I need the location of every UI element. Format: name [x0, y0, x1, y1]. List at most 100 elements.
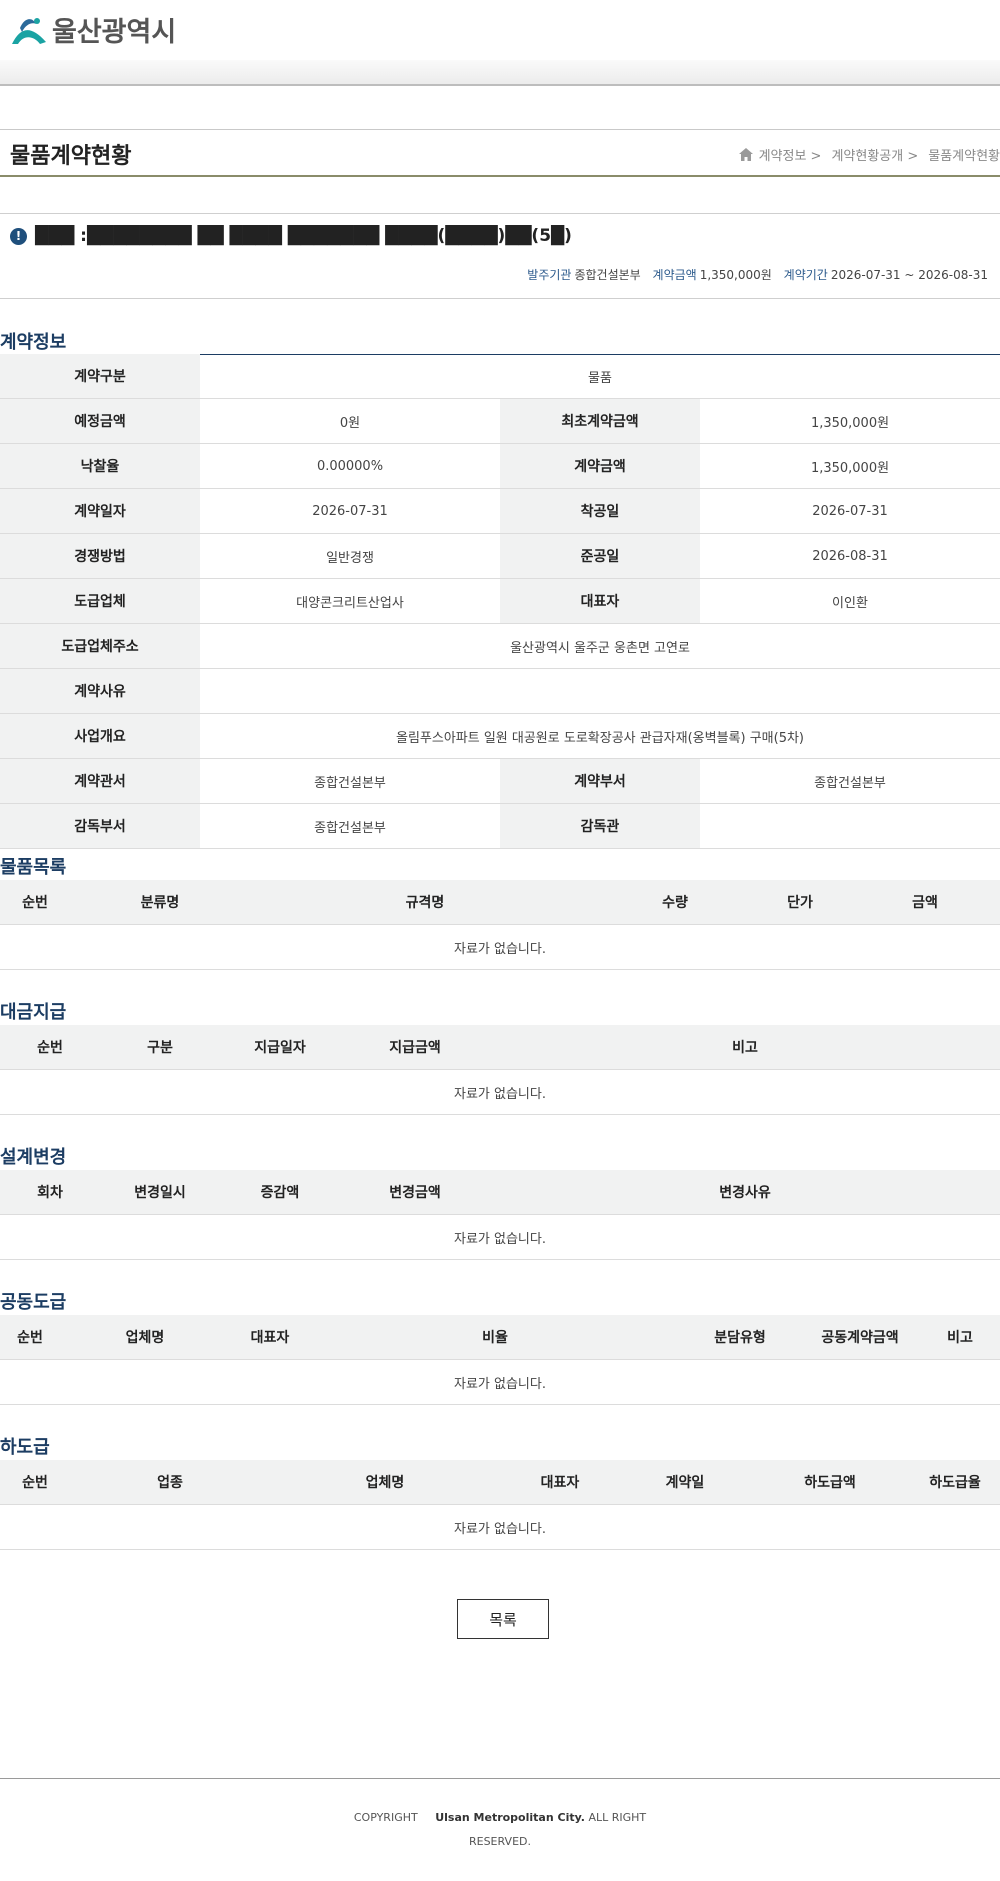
- info-row: 낙찰율 0.00000% 계약금액 1,350,000원: [0, 444, 1000, 489]
- home-icon[interactable]: [738, 148, 753, 161]
- empty-message: 자료가 없습니다.: [0, 1070, 1000, 1115]
- period-value: 2026-07-31 ~ 2026-08-31: [830, 268, 988, 282]
- info-value: 이인환: [832, 595, 868, 611]
- info-row: 도급업체 대양콘크리트산업사 대표자 이인환: [0, 579, 1000, 624]
- info-value: 올림푸스아파트 일원 대공원로 도로확장공사 관급자재(옹벽블록) 구매(5차): [395, 730, 805, 746]
- footer: COPYRIGHT Ulsan Metropolitan City. ALL R…: [0, 1806, 1000, 1854]
- copyright-org: Ulsan Metropolitan City.: [435, 1811, 585, 1824]
- info-value: 종합건설본부: [314, 775, 386, 791]
- amount-label: 계약금액: [652, 268, 697, 282]
- contract-summary: 발주기관 종합건설본부 계약금액 1,350,000원 계약기간 2026-07-31…: [519, 266, 988, 283]
- column-header: 계약일: [665, 1475, 705, 1491]
- joint-contract-table: 순번 업체명 대표자 비율 분담유형 공동계약금액 비고 자료가 없습니다.: [0, 1315, 1000, 1405]
- column-header: 분담유형: [714, 1330, 766, 1346]
- info-row: 도급업체주소 울산광역시 울주군 웅촌면 고연로: [0, 624, 1000, 669]
- table-header-row: 순번 업체명 대표자 비율 분담유형 공동계약금액 비고: [0, 1315, 1000, 1360]
- column-header: 구분: [147, 1040, 173, 1056]
- column-header: 회차: [37, 1185, 63, 1201]
- logo-text: 울산광역시: [52, 17, 177, 48]
- info-label: 도급업체: [0, 579, 200, 623]
- info-value: 2026-07-31: [312, 503, 388, 519]
- info-row: 계약구분 물품: [0, 354, 1000, 399]
- info-label: 경쟁방법: [0, 534, 200, 578]
- divider: [0, 213, 1000, 214]
- site-header: 울산광역시: [0, 0, 1000, 60]
- page-title: 물품계약현황: [10, 144, 132, 169]
- table-header-row: 순번 업종 업체명 대표자 계약일 하도급액 하도급율: [0, 1460, 1000, 1505]
- column-header: 공동계약금액: [821, 1330, 899, 1346]
- subcontract-table: 순번 업종 업체명 대표자 계약일 하도급액 하도급율 자료가 없습니다.: [0, 1460, 1000, 1550]
- table-header-row: 순번 분류명 규격명 수량 단가 금액: [0, 880, 1000, 925]
- site-logo[interactable]: 울산광역시: [10, 10, 176, 49]
- column-header: 순번: [37, 1040, 63, 1056]
- list-button[interactable]: 목록: [457, 1599, 549, 1639]
- info-label: 낙찰율: [0, 444, 200, 488]
- breadcrumb-goods-contract[interactable]: 물품계약현황: [928, 145, 1000, 164]
- column-header: 변경일시: [134, 1185, 186, 1201]
- info-value: 종합건설본부: [814, 775, 886, 791]
- info-value: 1,350,000원: [810, 460, 890, 476]
- column-header: 비고: [732, 1040, 758, 1056]
- column-header: 대표자: [540, 1475, 580, 1491]
- column-header: 금액: [912, 895, 938, 911]
- info-row: 경쟁방법 일반경쟁 준공일 2026-08-31: [0, 534, 1000, 579]
- info-row: 계약관서 종합건설본부 계약부서 종합건설본부: [0, 759, 1000, 804]
- info-row: 계약사유: [0, 669, 1000, 714]
- footer-divider: [0, 1778, 1000, 1779]
- info-value: 종합건설본부: [314, 820, 386, 836]
- info-value: 1,350,000원: [810, 415, 890, 431]
- info-value: 물품: [588, 370, 612, 386]
- copyright-label: COPYRIGHT: [353, 1811, 418, 1824]
- copyright-rights: ALL RIGHT: [588, 1811, 647, 1824]
- agency-label: 발주기관: [527, 268, 572, 282]
- section-title-contract-info: 계약정보: [0, 332, 67, 353]
- column-header: 지급일자: [254, 1040, 306, 1056]
- column-header: 비고: [947, 1330, 973, 1346]
- info-label: 감독관: [500, 804, 700, 848]
- column-header: 순번: [22, 1475, 48, 1491]
- info-row: 감독부서 종합건설본부 감독관: [0, 804, 1000, 849]
- info-label: 계약일자: [0, 489, 200, 533]
- info-label: 계약사유: [0, 669, 200, 713]
- column-header: 업종: [157, 1475, 183, 1491]
- info-row: 사업개요 올림푸스아파트 일원 대공원로 도로확장공사 관급자재(옹벽블록) 구매…: [0, 714, 1000, 759]
- info-row: 계약일자 2026-07-31 착공일 2026-07-31: [0, 489, 1000, 534]
- column-header: 수량: [662, 895, 688, 911]
- info-label: 최초계약금액: [500, 399, 700, 443]
- column-header: 분류명: [140, 895, 180, 911]
- empty-message: 자료가 없습니다.: [0, 1360, 1000, 1405]
- info-value: 일반경쟁: [326, 550, 374, 566]
- info-label: 감독부서: [0, 804, 200, 848]
- info-label: 계약관서: [0, 759, 200, 803]
- empty-message: 자료가 없습니다.: [0, 1215, 1000, 1260]
- section-title-design-changes: 설계변경: [0, 1147, 67, 1168]
- info-row: 예정금액 0원 최초계약금액 1,350,000원: [0, 399, 1000, 444]
- agency-value: 종합건설본부: [574, 268, 641, 282]
- info-value: 2026-07-31: [812, 503, 888, 519]
- column-header: 하도급율: [929, 1475, 981, 1491]
- copyright-line-1: COPYRIGHT Ulsan Metropolitan City. ALL R…: [0, 1806, 1000, 1830]
- section-title-payments: 대금지급: [0, 1002, 67, 1023]
- column-header: 순번: [22, 895, 48, 911]
- copyright-line-2: RESERVED.: [468, 1835, 531, 1848]
- breadcrumb: 계약정보 > 계약현황공개 > 물품계약현황: [738, 145, 1000, 164]
- info-value: 0원: [339, 415, 361, 431]
- breadcrumb-contract-status[interactable]: 계약현황공개 >: [831, 145, 918, 164]
- info-value: 0.00000%: [316, 458, 384, 474]
- info-label: 대표자: [500, 579, 700, 623]
- contract-heading: ! ███ :████████ ██ ████ ███████ ████(███…: [10, 226, 572, 246]
- breadcrumb-contract-info[interactable]: 계약정보 >: [759, 145, 822, 164]
- ulsan-logo-icon: [12, 17, 46, 44]
- section-title-subcontract: 하도급: [0, 1437, 50, 1458]
- column-header: 업체명: [125, 1330, 165, 1346]
- info-value: 2026-08-31: [812, 548, 888, 564]
- info-value: [200, 669, 1000, 713]
- column-header: 단가: [787, 895, 813, 911]
- info-label: 계약금액: [500, 444, 700, 488]
- period-label: 계약기간: [783, 268, 828, 282]
- title-bar: 물품계약현황 계약정보 > 계약현황공개 > 물품계약현황: [0, 129, 1000, 177]
- info-label: 계약구분: [0, 354, 200, 398]
- section-title-joint-contract: 공동도급: [0, 1292, 67, 1313]
- column-header: 하도급액: [804, 1475, 856, 1491]
- contract-title: ███ :████████ ██ ████ ███████ ████(████)…: [35, 226, 572, 246]
